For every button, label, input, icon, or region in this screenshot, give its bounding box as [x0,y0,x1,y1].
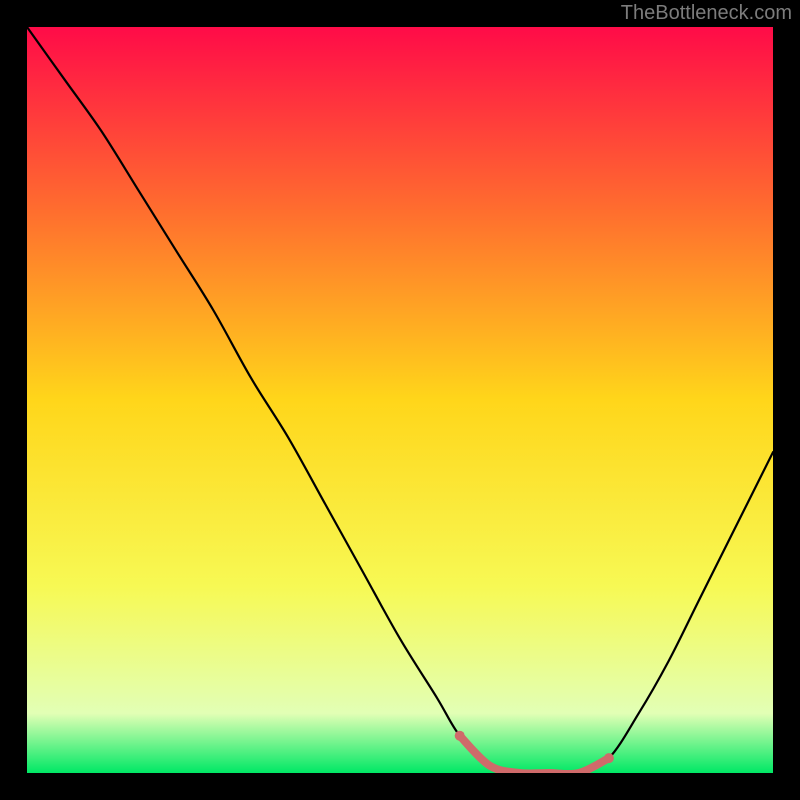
gradient-background [27,27,773,773]
watermark-text: TheBottleneck.com [621,2,792,25]
optimal-endpoint-dot [604,753,614,763]
bottleneck-chart [27,27,773,773]
optimal-endpoint-dot [455,731,465,741]
chart-plot-area [27,27,773,773]
